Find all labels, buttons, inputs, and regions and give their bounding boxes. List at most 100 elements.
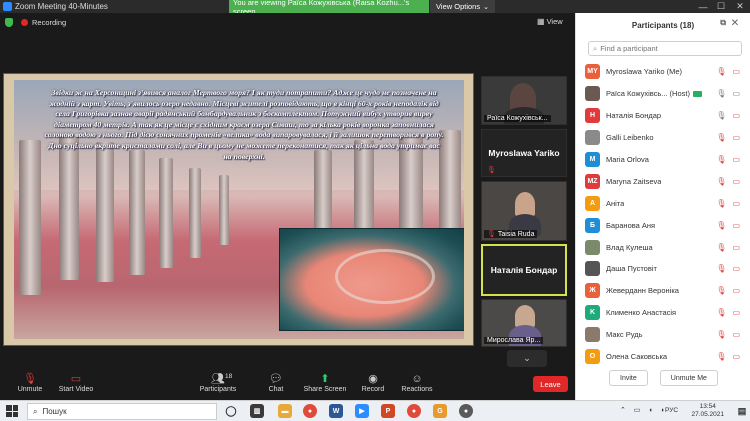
chevron-down-icon: ⌄ bbox=[523, 353, 531, 363]
slide-text: Звідки ж на Херсонщині з'явився аналог М… bbox=[44, 88, 444, 161]
avatar bbox=[585, 86, 600, 102]
windows-start-button[interactable] bbox=[6, 405, 18, 417]
participant-status-icons: 🎙︎ ▭ bbox=[716, 133, 740, 142]
view-button[interactable]: ▦ View bbox=[537, 17, 563, 26]
participant-status-icons: 🎙︎ ▭ bbox=[716, 89, 740, 98]
participant-status-icons: 🎙︎ ▭ bbox=[716, 111, 740, 120]
participant-row[interactable]: M Maria Orlova 🎙︎ ▭ bbox=[576, 149, 750, 171]
participant-row[interactable]: H Наталія Бондар 🎙︎ ▭ bbox=[576, 105, 750, 127]
tile-name: Мирослава Яр... bbox=[487, 337, 541, 344]
chevron-down-icon: ⌄ bbox=[483, 3, 489, 11]
mic-off-icon: 🎙︎ bbox=[716, 220, 727, 230]
participant-row[interactable]: MZ Maryna Zaitseva 🎙︎ ▭ bbox=[576, 170, 750, 192]
participant-row[interactable]: Б Баранова Аня 🎙︎ ▭ bbox=[576, 214, 750, 236]
video-tile-taisia[interactable]: 🎙︎ Taisia Ruda bbox=[481, 181, 567, 241]
participant-status-icons: 🎙︎ ▭ bbox=[716, 67, 740, 76]
browser-icon[interactable]: ● bbox=[459, 404, 473, 418]
participant-name: Раїса Кожухівсь... bbox=[606, 89, 668, 99]
avatar: MY bbox=[585, 64, 600, 80]
participant-name: Maryna Zaitseva bbox=[606, 176, 662, 186]
invite-button[interactable]: Invite bbox=[609, 370, 648, 386]
view-options-button[interactable]: View Options ⌄ bbox=[430, 0, 495, 13]
reactions-button[interactable]: ☺ Reactions bbox=[387, 372, 447, 398]
video-off-icon: ▭ bbox=[732, 264, 740, 274]
video-area: Recording ▦ View Звідки ж на Херсонщині … bbox=[0, 13, 575, 370]
participant-name: Макс Рудь bbox=[606, 330, 643, 340]
taskbar-search[interactable]: ⌕ Пошук bbox=[27, 403, 217, 420]
reactions-icon: ☺ bbox=[411, 373, 423, 385]
participant-row[interactable]: Раїса Кожухівсь... (Host) 🎙︎ ▭ bbox=[576, 83, 750, 105]
video-tile-self[interactable]: Myroslawa Yariko 🎙︎ bbox=[481, 129, 567, 177]
video-off-icon: ▭ bbox=[732, 67, 740, 77]
avatar: MZ bbox=[585, 173, 600, 189]
powerpoint-icon[interactable]: P bbox=[381, 404, 395, 418]
task-view-icon[interactable]: ◯ bbox=[224, 404, 238, 418]
participants-panel: Participants (18) ⧉✕ ⌕ MY Myroslawa Yarik… bbox=[575, 13, 750, 400]
video-off-icon: ▭ bbox=[732, 111, 740, 121]
participants-panel-footer: Invite Unmute Me bbox=[576, 370, 750, 390]
start-video-button[interactable]: ▭ Start Video bbox=[46, 372, 106, 398]
participants-panel-header: Participants (18) ⧉✕ bbox=[576, 13, 750, 37]
file-explorer-icon[interactable]: ▬ bbox=[278, 404, 292, 418]
leave-button[interactable]: Leave bbox=[533, 376, 568, 392]
participant-row[interactable]: Макс Рудь 🎙︎ ▭ bbox=[576, 324, 750, 346]
tiles-scroll-down-button[interactable]: ⌄ bbox=[507, 350, 547, 367]
tile-name: Taisia Ruda bbox=[497, 230, 535, 238]
mic-off-icon: 🎙︎ bbox=[716, 308, 727, 318]
task-switch-icon[interactable]: ▥ bbox=[250, 404, 264, 418]
participant-status-icons: 🎙︎ ▭ bbox=[716, 199, 740, 208]
notifications-icon[interactable]: ▤ bbox=[735, 404, 749, 418]
language-indicator[interactable]: РУС bbox=[665, 407, 678, 414]
video-tile-active-speaker[interactable]: Наталія Бондар bbox=[481, 244, 567, 296]
mic-off-icon: 🎙︎ bbox=[716, 286, 727, 296]
maximize-button[interactable]: ☐ bbox=[712, 0, 730, 13]
participant-row[interactable]: A Аніта 🎙︎ ▭ bbox=[576, 192, 750, 214]
participant-search[interactable]: ⌕ bbox=[588, 41, 742, 56]
participant-name: Аніта bbox=[606, 198, 625, 208]
tray-icons[interactable]: ⌃ ▭ ◖ ◗ bbox=[620, 406, 668, 414]
chrome-profile-icon[interactable]: ● bbox=[407, 404, 421, 418]
chat-label: Chat bbox=[268, 386, 284, 393]
close-button[interactable]: ✕ bbox=[731, 0, 749, 13]
close-icon: ✕ bbox=[736, 1, 744, 11]
reactions-label: Reactions bbox=[401, 386, 433, 393]
participant-row[interactable]: Ж Жеверданн Вероніка 🎙︎ ▭ bbox=[576, 280, 750, 302]
video-tile-myroslava[interactable]: Мирослава Яр... bbox=[481, 299, 567, 347]
participant-status-icons: 🎙︎ ▭ bbox=[716, 330, 740, 339]
participants-title: Participants (18) bbox=[631, 20, 695, 30]
share-screen-label: Share Screen bbox=[303, 386, 347, 393]
participant-row[interactable]: Влад Кулеша 🎙︎ ▭ bbox=[576, 236, 750, 258]
participant-row[interactable]: K Клименко Анастасія 🎙︎ ▭ bbox=[576, 302, 750, 324]
participant-row[interactable]: O Олена Саковська 🎙︎ ▭ bbox=[576, 346, 750, 368]
word-icon[interactable]: W bbox=[329, 404, 343, 418]
minimize-button[interactable]: — bbox=[694, 0, 712, 13]
video-off-icon: ▭ bbox=[70, 373, 82, 385]
participant-row[interactable]: Даша Пустовіт 🎙︎ ▭ bbox=[576, 258, 750, 280]
app-g-icon[interactable]: G bbox=[433, 404, 447, 418]
participant-status-icons: 🎙︎ ▭ bbox=[716, 155, 740, 164]
video-tile-host[interactable]: Раїса Кожухівськ... bbox=[481, 76, 567, 125]
search-icon: ⌕ bbox=[593, 43, 598, 53]
unmute-me-button[interactable]: Unmute Me bbox=[659, 370, 718, 386]
mic-off-icon: 🎙︎ bbox=[716, 155, 727, 164]
leave-label: Leave bbox=[540, 379, 561, 389]
panel-window-controls[interactable]: ⧉✕ bbox=[720, 18, 744, 28]
chat-icon: 💬︎ bbox=[269, 373, 283, 385]
avatar: M bbox=[585, 152, 600, 167]
avatar: Б bbox=[585, 217, 600, 233]
chrome-icon[interactable]: ● bbox=[303, 404, 317, 418]
zoom-app-icon[interactable]: ▶ bbox=[355, 404, 369, 418]
shield-icon bbox=[5, 18, 13, 27]
participant-row[interactable]: Galli Leibenko 🎙︎ ▭ bbox=[576, 127, 750, 149]
participant-row[interactable]: MY Myroslawa Yariko (Me) 🎙︎ ▭ bbox=[576, 61, 750, 83]
participant-name: Galli Leibenko bbox=[606, 133, 654, 143]
clock[interactable]: 13:54 27.05.2021 bbox=[691, 403, 724, 419]
participant-status-icons: 🎙︎ ▭ bbox=[716, 221, 740, 230]
participant-name: Наталія Бондар bbox=[606, 111, 662, 121]
search-input[interactable] bbox=[600, 44, 721, 53]
participants-button[interactable]: 👥︎ 18 Participants bbox=[188, 372, 248, 398]
participant-name: Олена Саковська bbox=[606, 352, 668, 362]
participant-status-icons: 🎙︎ ▭ bbox=[716, 308, 740, 317]
host-label: (Host) bbox=[669, 89, 690, 99]
salt-pillar bbox=[219, 175, 229, 245]
